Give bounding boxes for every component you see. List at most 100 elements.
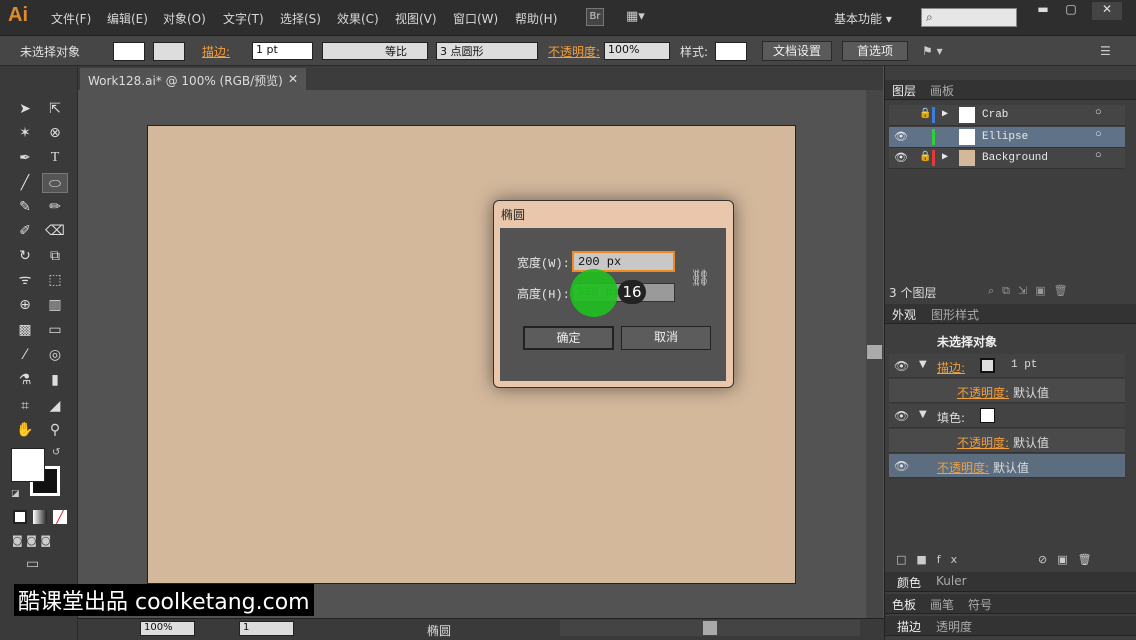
menu-help[interactable]: 帮助(H): [515, 10, 557, 27]
direct-selection-tool-icon[interactable]: ⇱: [44, 99, 66, 119]
shape-builder-tool-icon[interactable]: ⊕: [14, 295, 36, 315]
cancel-button[interactable]: 取消: [621, 326, 711, 350]
appearance-fill-opacity-row[interactable]: 不透明度: 默认值: [889, 429, 1125, 453]
stroke-label[interactable]: 描边:: [202, 43, 230, 60]
appearance-fill-row[interactable]: 👁 ▼ 填色:: [889, 404, 1125, 428]
tab-color[interactable]: 颜色: [897, 574, 921, 591]
arrange-documents-icon[interactable]: ▦▾: [626, 9, 652, 25]
expand-arrow-icon[interactable]: ▼: [919, 409, 927, 420]
ellipse-tool-icon[interactable]: ⬭: [42, 173, 68, 193]
paintbrush-tool-icon[interactable]: ✎: [14, 197, 36, 217]
tab-transparency[interactable]: 透明度: [936, 618, 972, 635]
swap-colors-icon[interactable]: ↺: [52, 447, 60, 458]
opacity-link[interactable]: 不透明度:: [937, 459, 989, 476]
workspace-switcher[interactable]: 基本功能 ▾: [834, 10, 892, 27]
slice-tool-icon[interactable]: ◢: [44, 396, 66, 416]
appearance-delete-icons[interactable]: ⊘▣🗑: [1038, 553, 1102, 566]
pen-tool-icon[interactable]: ✒: [14, 148, 36, 168]
magic-wand-tool-icon[interactable]: ✶: [14, 123, 36, 143]
menu-type[interactable]: 文字(T): [223, 10, 264, 27]
opacity-link[interactable]: 不透明度:: [957, 384, 1009, 401]
default-colors-icon[interactable]: ◪: [11, 489, 20, 499]
tab-symbols[interactable]: 符号: [968, 596, 992, 613]
menu-view[interactable]: 视图(V): [395, 10, 437, 27]
lock-icon[interactable]: 🔒: [919, 108, 931, 120]
appearance-stroke-opacity-row[interactable]: 不透明度: 默认值: [889, 379, 1125, 403]
graph-tool-icon[interactable]: ▮: [44, 370, 66, 390]
preferences-button[interactable]: 首选项: [842, 41, 908, 61]
tab-artboards[interactable]: 画板: [930, 82, 954, 99]
tab-kuler[interactable]: Kuler: [936, 574, 967, 588]
visibility-eye-icon[interactable]: 👁: [894, 151, 908, 165]
close-tab-icon[interactable]: ✕: [288, 72, 298, 86]
control-menu-icon[interactable]: ☰: [1100, 44, 1111, 58]
stroke-swatch[interactable]: [153, 42, 185, 61]
opacity-input[interactable]: 100%: [604, 42, 670, 60]
fill-color-box[interactable]: [11, 448, 45, 482]
document-tab[interactable]: Work128.ai* @ 100% (RGB/预览) ✕: [80, 68, 306, 90]
gradient-tool-icon[interactable]: ▭: [44, 320, 66, 340]
expand-arrow-icon[interactable]: ▶: [942, 151, 948, 163]
tab-appearance[interactable]: 外观: [892, 306, 916, 323]
layer-row-ellipse[interactable]: 👁 Ellipse ○: [889, 127, 1125, 148]
opacity-label[interactable]: 不透明度:: [548, 43, 600, 60]
maximize-button[interactable]: ▢: [1056, 2, 1086, 20]
screen-mode-icon[interactable]: ▭: [26, 556, 39, 572]
style-swatch[interactable]: [715, 42, 747, 61]
expand-arrow-icon[interactable]: ▶: [942, 108, 948, 120]
lasso-tool-icon[interactable]: ⊗: [44, 123, 66, 143]
appearance-opacity-row[interactable]: 👁 不透明度: 默认值: [889, 454, 1125, 478]
zoom-input[interactable]: 100%: [140, 621, 195, 636]
minimize-button[interactable]: ▬: [1028, 2, 1058, 20]
fill-swatch-small[interactable]: [980, 408, 995, 423]
eyedropper-tool-icon[interactable]: ⁄: [14, 345, 36, 365]
expand-arrow-icon[interactable]: ▼: [919, 359, 927, 370]
rotate-tool-icon[interactable]: ↻: [14, 246, 36, 266]
arrange-icon[interactable]: ⚑ ▾: [922, 44, 943, 58]
layer-actions-icons[interactable]: ⌕⧉⇲▣🗑: [988, 284, 1076, 298]
menu-window[interactable]: 窗口(W): [453, 10, 498, 27]
blob-brush-tool-icon[interactable]: ✐: [14, 221, 36, 241]
scale-tool-icon[interactable]: ⧉: [44, 246, 66, 266]
horizontal-scrollbar[interactable]: [560, 620, 860, 636]
visibility-eye-icon[interactable]: 👁: [894, 130, 908, 144]
warp-tool-icon[interactable]: ᯤ: [14, 270, 36, 290]
visibility-eye-icon[interactable]: 👁: [894, 459, 909, 473]
brush-select[interactable]: 3 点圆形: [436, 42, 538, 60]
stroke-swatch-small[interactable]: [980, 358, 995, 373]
target-icon[interactable]: ○: [1095, 107, 1102, 119]
mesh-tool-icon[interactable]: ▩: [14, 320, 36, 340]
menu-effect[interactable]: 效果(C): [337, 10, 379, 27]
menu-file[interactable]: 文件(F): [51, 10, 91, 27]
gradient-mode-icon[interactable]: [33, 510, 47, 524]
type-tool-icon[interactable]: T: [44, 148, 66, 168]
line-tool-icon[interactable]: ╱: [14, 173, 36, 193]
tab-swatches[interactable]: 色板: [892, 596, 916, 613]
fill-swatch[interactable]: [113, 42, 145, 61]
document-setup-button[interactable]: 文档设置: [762, 41, 832, 61]
tab-brushes[interactable]: 画笔: [930, 596, 954, 613]
target-icon[interactable]: ○: [1095, 129, 1102, 141]
close-button[interactable]: ✕: [1092, 2, 1122, 20]
stroke-profile-select[interactable]: 等比: [322, 42, 428, 60]
symbol-sprayer-tool-icon[interactable]: ⚗: [14, 370, 36, 390]
lock-icon[interactable]: 🔒: [919, 151, 931, 163]
vertical-scroll-thumb[interactable]: [867, 345, 882, 359]
target-icon[interactable]: ○: [1095, 150, 1102, 162]
horizontal-scroll-thumb[interactable]: [703, 621, 717, 635]
pencil-tool-icon[interactable]: ✏: [44, 197, 66, 217]
menu-object[interactable]: 对象(O): [163, 10, 206, 27]
bridge-button[interactable]: Br: [586, 8, 604, 26]
appearance-actions-icons[interactable]: □■fx: [896, 553, 967, 566]
artboard-tool-icon[interactable]: ⌗: [14, 396, 36, 416]
color-mode-icon[interactable]: [13, 510, 27, 524]
hand-tool-icon[interactable]: ✋: [14, 420, 36, 440]
visibility-eye-icon[interactable]: 👁: [894, 359, 909, 373]
eraser-tool-icon[interactable]: ⌫: [44, 221, 66, 241]
zoom-tool-icon[interactable]: ⚲: [44, 420, 66, 440]
selection-tool-icon[interactable]: ➤: [14, 99, 36, 119]
perspective-grid-tool-icon[interactable]: ▥: [44, 295, 66, 315]
vertical-scrollbar[interactable]: [866, 90, 883, 618]
search-input[interactable]: ⌕: [921, 8, 1017, 27]
constrain-proportions-icon[interactable]: ⛓: [690, 268, 710, 287]
